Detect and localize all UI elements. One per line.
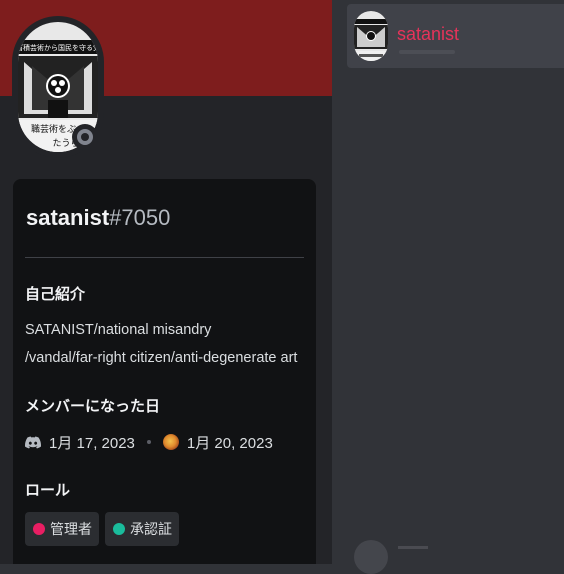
role-label: 管理者 bbox=[50, 522, 92, 538]
member-avatar bbox=[354, 11, 388, 61]
roles-list: 管理者 承認証 bbox=[25, 512, 179, 546]
about-line-2: /vandal/far-right citizen/anti-degenerat… bbox=[25, 350, 298, 366]
member-since-heading: メンバーになった日 bbox=[25, 397, 161, 415]
divider bbox=[25, 257, 304, 258]
about-heading: 自己紹介 bbox=[25, 285, 86, 303]
date-separator bbox=[146, 440, 151, 444]
roles-heading: ロール bbox=[25, 481, 71, 499]
member-avatar-image bbox=[354, 11, 388, 61]
about-line-1: SATANIST/national misandry bbox=[25, 322, 212, 338]
username-discriminator: #7050 bbox=[109, 205, 171, 230]
member-since-dates: 1月 17, 2023 1月 20, 2023 bbox=[25, 429, 273, 455]
about-text: SATANIST/national misandry /vandal/far-r… bbox=[25, 316, 311, 372]
username-name: satanist bbox=[26, 205, 110, 230]
member-list-item[interactable]: satanist bbox=[347, 4, 564, 68]
role-color-dot bbox=[33, 523, 45, 535]
role-label: 承認証 bbox=[130, 522, 172, 538]
member-activity-placeholder bbox=[399, 50, 455, 54]
server-join-date: 1月 20, 2023 bbox=[186, 434, 273, 452]
member-avatar-faded[interactable] bbox=[354, 540, 388, 574]
role-color-dot bbox=[113, 523, 125, 535]
discord-join-date: 1月 17, 2023 bbox=[49, 434, 135, 452]
status-offline-indicator bbox=[72, 124, 98, 150]
profile-card: satanist#7050 自己紹介 SATANIST/national mis… bbox=[13, 179, 316, 564]
avatar-caption-top: 蓄積芸術から国民を守る党 bbox=[18, 43, 98, 52]
member-name: satanist bbox=[397, 24, 460, 44]
server-icon bbox=[162, 434, 179, 450]
username[interactable]: satanist#7050 bbox=[26, 205, 170, 231]
discord-icon bbox=[25, 436, 41, 448]
role-pill-admin[interactable]: 管理者 bbox=[25, 512, 99, 546]
member-list-panel: satanist bbox=[332, 0, 564, 574]
member-name-faded bbox=[398, 546, 428, 549]
role-pill-verified[interactable]: 承認証 bbox=[105, 512, 179, 546]
profile-panel: 蓄積芸術から国民を守る党 職芸術をぶっ たうら satanist#7050 自己… bbox=[0, 0, 332, 564]
